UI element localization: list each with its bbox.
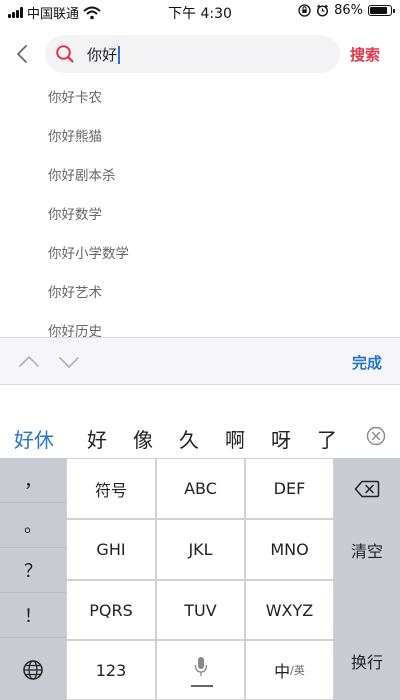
- search-icon: [56, 45, 74, 63]
- key-def[interactable]: DEF: [245, 458, 334, 519]
- close-candidates-icon[interactable]: [366, 426, 386, 446]
- delete-key[interactable]: [334, 458, 400, 519]
- orientation-lock-icon: [298, 4, 311, 17]
- key-mno[interactable]: MNO: [245, 519, 334, 580]
- search-button[interactable]: 搜索: [350, 44, 380, 65]
- chevron-left-icon: [17, 45, 27, 63]
- candidate-item[interactable]: 久: [179, 424, 199, 453]
- alarm-icon: [317, 4, 329, 17]
- key-abc[interactable]: ABC: [156, 458, 245, 519]
- key-wxyz[interactable]: WXYZ: [245, 580, 334, 640]
- lang-sub-label: /英: [290, 664, 305, 677]
- done-button[interactable]: 完成: [352, 352, 382, 373]
- keyboard: ， 。 ？ ！ 符号 ABC DEF GHI JKL MNO 清空 PQRS T…: [0, 458, 400, 700]
- search-query-text: 你好: [87, 46, 118, 64]
- suggestion-item[interactable]: 你好小学数学: [0, 232, 400, 271]
- key-symbols[interactable]: 符号: [66, 458, 156, 519]
- space-bar-line: [191, 685, 213, 687]
- lang-main-label: 中: [274, 662, 291, 681]
- symbol-key[interactable]: 。: [0, 503, 66, 548]
- globe-icon: [23, 660, 43, 680]
- search-query: 你好: [87, 44, 121, 65]
- candidate-item[interactable]: 好: [87, 424, 107, 453]
- suggestion-item[interactable]: 你好剧本杀: [0, 154, 400, 193]
- search-input[interactable]: 你好: [45, 35, 340, 73]
- candidate-item[interactable]: 呀: [271, 424, 291, 453]
- candidate-item[interactable]: 像: [133, 424, 153, 453]
- key-ghi[interactable]: GHI: [66, 519, 156, 580]
- candidate-bar: 好休 好 像 久 啊 呀 了: [0, 414, 400, 458]
- status-right: 86%: [298, 3, 395, 18]
- symbol-key[interactable]: ，: [0, 458, 66, 503]
- key-numbers[interactable]: 123: [66, 640, 156, 700]
- key-tuv[interactable]: TUV: [156, 580, 245, 640]
- microphone-icon: [194, 657, 207, 676]
- text-caret: [118, 45, 121, 64]
- newline-key[interactable]: 换行: [334, 580, 400, 700]
- clear-key[interactable]: 清空: [334, 519, 400, 580]
- chevron-up-icon[interactable]: [18, 352, 40, 372]
- candidate-item[interactable]: 啊: [225, 424, 245, 453]
- backspace-icon: [354, 480, 380, 497]
- key-jkl[interactable]: JKL: [156, 519, 245, 580]
- key-pqrs[interactable]: PQRS: [66, 580, 156, 640]
- globe-key[interactable]: [0, 640, 66, 700]
- status-bar: 中国联通 下午 4:30 86%: [0, 0, 400, 24]
- suggestion-list: 你好卡农 你好熊猫 你好剧本杀 你好数学 你好小学数学 你好艺术 你好历史: [0, 76, 400, 349]
- candidate-item[interactable]: 了: [317, 424, 337, 453]
- suggestion-item[interactable]: 你好卡农: [0, 76, 400, 115]
- battery-percent: 86%: [334, 3, 363, 18]
- chevron-down-icon[interactable]: [58, 352, 80, 372]
- symbol-key[interactable]: ！: [0, 593, 66, 638]
- suggestion-item[interactable]: 你好艺术: [0, 271, 400, 310]
- battery-icon: [368, 5, 395, 16]
- candidate-item[interactable]: 好休: [14, 424, 54, 453]
- suggestion-item[interactable]: 你好熊猫: [0, 115, 400, 154]
- symbol-key[interactable]: ？: [0, 548, 66, 593]
- language-switch-key[interactable]: 中/英: [245, 640, 334, 700]
- space-key[interactable]: [156, 640, 245, 700]
- keyboard-accessory-bar: 完成: [0, 337, 400, 385]
- back-button[interactable]: [10, 40, 34, 68]
- suggestion-item[interactable]: 你好数学: [0, 193, 400, 232]
